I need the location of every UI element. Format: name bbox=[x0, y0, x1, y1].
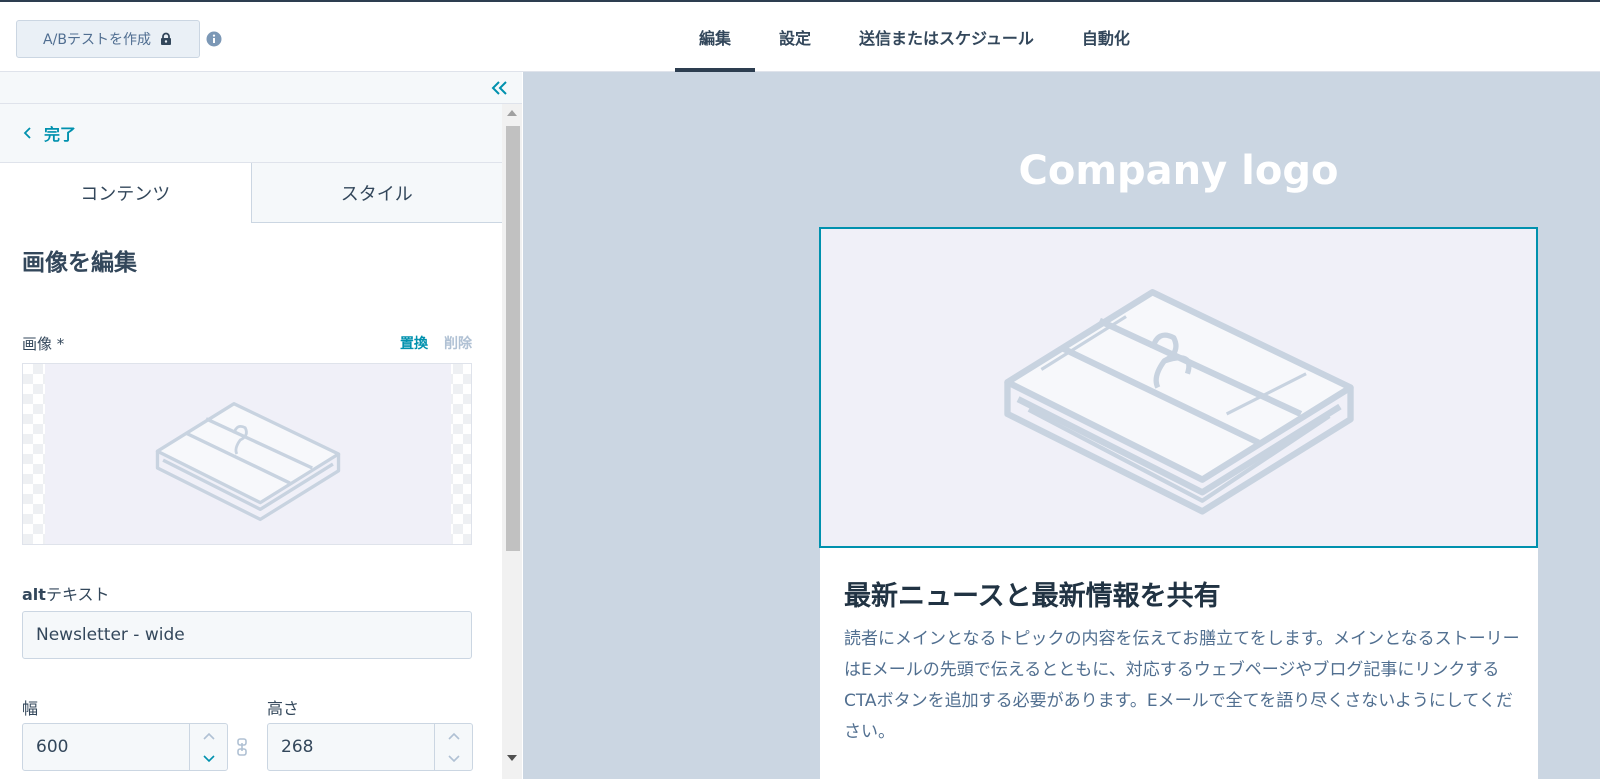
width-stepper-buttons bbox=[189, 724, 227, 770]
ab-test-label: A/Bテストを作成 bbox=[43, 32, 151, 48]
article-title[interactable]: 最新ニュースと最新情報を共有 bbox=[844, 574, 1221, 613]
width-decrease-button[interactable] bbox=[190, 747, 227, 770]
company-logo[interactable]: Company logo bbox=[819, 148, 1538, 194]
newsletter-illustration bbox=[1003, 289, 1354, 515]
scroll-thumb[interactable] bbox=[506, 126, 520, 551]
section-title: 画像を編集 bbox=[22, 250, 137, 276]
editor-header: A/Bテストを作成 編集 設定 送信またはスケジュール 自動化 bbox=[0, 2, 1600, 72]
editor-tabs: 編集 設定 送信またはスケジュール 自動化 bbox=[675, 2, 1154, 72]
alt-label-bold: alt bbox=[22, 585, 46, 604]
chevron-down-icon bbox=[202, 754, 215, 762]
tab-settings[interactable]: 設定 bbox=[755, 2, 835, 72]
alt-text-label: altテキスト bbox=[22, 581, 109, 605]
chevron-up-icon bbox=[447, 732, 460, 740]
newsletter-illustration-small bbox=[155, 402, 341, 522]
lock-icon bbox=[160, 32, 171, 45]
height-stepper-buttons bbox=[434, 724, 472, 770]
chevron-down-icon bbox=[447, 754, 460, 762]
tab-edit[interactable]: 編集 bbox=[675, 2, 756, 72]
height-label: 高さ bbox=[267, 699, 300, 718]
chevron-left-icon bbox=[23, 127, 31, 139]
image-field-label: 画像 * bbox=[22, 335, 65, 353]
width-label: 幅 bbox=[22, 699, 39, 718]
width-stepper bbox=[22, 723, 228, 771]
delete-image-link[interactable]: 削除 bbox=[444, 333, 472, 353]
height-decrease-button[interactable] bbox=[435, 747, 472, 770]
tab-content[interactable]: コンテンツ bbox=[0, 163, 251, 223]
image-thumbnail-inner bbox=[45, 364, 451, 544]
tab-automation[interactable]: 自動化 bbox=[1058, 2, 1154, 72]
height-input[interactable] bbox=[268, 724, 434, 770]
width-input[interactable] bbox=[23, 724, 189, 770]
back-done-label: 完了 bbox=[44, 125, 77, 144]
back-done-button[interactable]: 完了 bbox=[0, 104, 502, 163]
create-ab-test-button[interactable]: A/Bテストを作成 bbox=[16, 20, 200, 58]
tab-style[interactable]: スタイル bbox=[250, 163, 502, 223]
height-stepper bbox=[267, 723, 473, 771]
collapse-bar bbox=[0, 72, 522, 104]
hero-image-module[interactable] bbox=[819, 227, 1538, 548]
panel-tabs: コンテンツ スタイル bbox=[0, 163, 502, 223]
email-preview: Company logo 最新ニュースと最新情報を共有 読者にメインとなるトピッ… bbox=[523, 72, 1600, 779]
double-chevron-left-icon[interactable] bbox=[490, 78, 510, 98]
info-icon[interactable] bbox=[206, 31, 222, 47]
height-increase-button[interactable] bbox=[435, 724, 472, 747]
image-actions: 置換 削除 bbox=[400, 333, 472, 353]
panel-scrollbar[interactable] bbox=[502, 104, 522, 779]
link-icon[interactable] bbox=[236, 738, 248, 756]
image-thumbnail[interactable] bbox=[22, 363, 472, 545]
width-increase-button[interactable] bbox=[190, 724, 227, 747]
article-body[interactable]: 読者にメインとなるトピックの内容を伝えてお膳立てをします。メインとなるストーリー… bbox=[844, 624, 1524, 748]
alt-label-rest: テキスト bbox=[45, 585, 110, 604]
article-card: 最新ニュースと最新情報を共有 読者にメインとなるトピックの内容を伝えてお膳立てを… bbox=[820, 548, 1538, 779]
sidebar-panel: 完了 コンテンツ スタイル 画像を編集 画像 * 置換 削除 altテキスト N… bbox=[0, 72, 522, 779]
chevron-up-icon bbox=[202, 732, 215, 740]
scroll-up-arrow-icon[interactable] bbox=[507, 108, 517, 116]
replace-image-link[interactable]: 置換 bbox=[400, 333, 428, 353]
alt-text-input[interactable] bbox=[22, 611, 472, 659]
tab-send-schedule[interactable]: 送信またはスケジュール bbox=[835, 2, 1058, 72]
scroll-down-arrow-icon[interactable] bbox=[507, 755, 517, 763]
